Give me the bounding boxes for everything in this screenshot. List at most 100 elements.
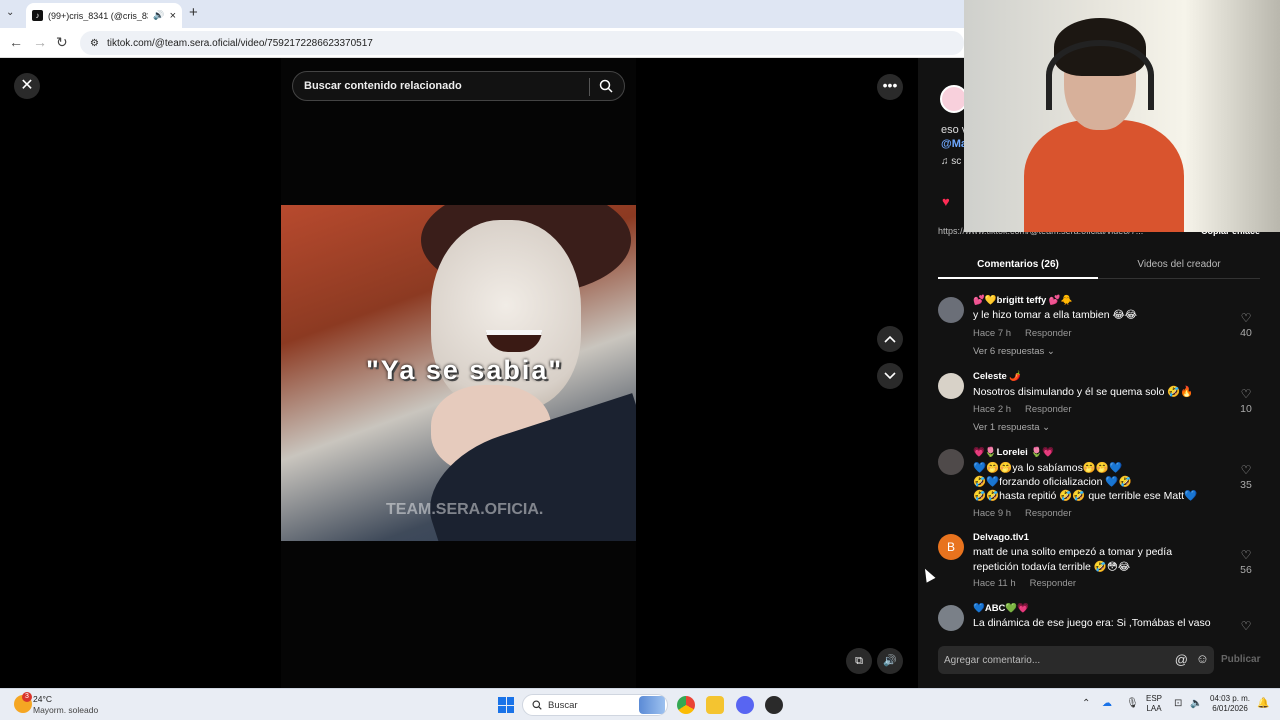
- comment-item: 💕💛brigitt teffy 💕🐥 y le hizo tomar a ell…: [918, 295, 1280, 365]
- clock-time: 04:03 p. m.: [1210, 694, 1251, 703]
- comment-text: 🤣🤣hasta repitió 🤣🤣 que terrible ese Matt…: [973, 490, 1198, 502]
- more-options-button[interactable]: •••: [877, 74, 903, 100]
- video-stage: ✕ Buscar contenido relacionado "Ya se sa…: [0, 58, 918, 688]
- tray-chevron-up-icon[interactable]: ⌃: [1082, 698, 1090, 709]
- weather-badge: 3: [22, 692, 32, 702]
- view-replies-button[interactable]: Ver 1 respuesta ⌄: [973, 422, 1050, 433]
- comment-like-count: 40: [1240, 327, 1252, 339]
- speaker-icon[interactable]: 🔊: [153, 10, 164, 21]
- network-icon[interactable]: ⊡: [1174, 698, 1182, 709]
- next-video-button[interactable]: [877, 363, 903, 389]
- start-windows-icon[interactable]: [498, 697, 514, 713]
- comment-time: Hace 7 h: [973, 328, 1012, 339]
- comment-reply-button[interactable]: Responder: [1025, 508, 1071, 519]
- search-placeholder: Buscar contenido relacionado: [304, 80, 462, 92]
- tab-list-chevron-icon[interactable]: ⌄: [6, 7, 14, 18]
- tiktok-favicon-icon: ♪: [32, 10, 43, 21]
- comment-item: B Delvago.tlv1 matt de una solito empezó…: [918, 532, 1280, 596]
- comment-avatar[interactable]: [938, 449, 964, 475]
- comment-like-count: 35: [1240, 479, 1252, 491]
- like-heart-icon[interactable]: ♥: [942, 194, 950, 209]
- forward-arrow-icon[interactable]: →: [33, 34, 47, 50]
- comment-reply-button[interactable]: Responder: [1030, 578, 1076, 589]
- url-text: tiktok.com/@team.sera.oficial/video/7592…: [106, 37, 373, 49]
- search-icon[interactable]: [599, 79, 613, 96]
- comment-username[interactable]: 💙ABC💚💗: [973, 603, 1029, 614]
- panel-tabs: Comentarios (26) Videos del creador: [938, 255, 1260, 279]
- headset-icon: [1046, 40, 1154, 110]
- input-language[interactable]: ESP LAA: [1146, 694, 1162, 714]
- notification-bell-icon[interactable]: 🔔: [1257, 698, 1269, 709]
- tab-creator-videos[interactable]: Videos del creador: [1098, 255, 1260, 279]
- comment-meta: Hace 2 h Responder: [973, 404, 1072, 415]
- site-info-icon[interactable]: ⚙: [90, 38, 99, 49]
- picture-in-picture-icon[interactable]: ⧉: [846, 648, 872, 674]
- obs-icon[interactable]: [765, 696, 783, 714]
- music-label[interactable]: ♫ sc: [941, 156, 961, 167]
- related-search-input[interactable]: Buscar contenido relacionado: [292, 71, 625, 101]
- comment-like-heart-icon[interactable]: ♡: [1236, 387, 1256, 401]
- onedrive-icon[interactable]: ☁: [1102, 698, 1112, 709]
- emoji-icon[interactable]: ☺: [1196, 651, 1209, 666]
- clock[interactable]: 04:03 p. m. 6/01/2026: [1210, 694, 1250, 714]
- reload-icon[interactable]: ↻: [56, 34, 68, 51]
- speaker-tray-icon[interactable]: 🔈: [1190, 698, 1202, 709]
- comment-reply-button[interactable]: Responder: [1025, 328, 1071, 339]
- language-code: ESP: [1146, 694, 1163, 703]
- view-replies-button[interactable]: Ver 6 respuestas ⌄: [973, 346, 1055, 357]
- tab-comments[interactable]: Comentarios (26): [938, 255, 1098, 279]
- file-explorer-icon[interactable]: [706, 696, 724, 714]
- comment-text: matt de una solito empezó a tomar y pedí…: [973, 546, 1173, 558]
- comment-text: y le hizo tomar a ella tambien 😂😂: [973, 309, 1138, 321]
- comment-like-heart-icon[interactable]: ♡: [1236, 463, 1256, 477]
- search-divider: [589, 78, 590, 96]
- comment-reply-button[interactable]: Responder: [1025, 404, 1071, 415]
- comment-like-heart-icon[interactable]: ♡: [1236, 548, 1256, 562]
- close-video-button[interactable]: ✕: [14, 73, 40, 99]
- back-arrow-icon[interactable]: ←: [9, 34, 23, 50]
- volume-icon[interactable]: 🔊: [877, 648, 903, 674]
- tab-close-icon[interactable]: ×: [170, 10, 176, 22]
- microphone-icon[interactable]: 🎙: [1126, 698, 1139, 709]
- comment-text: La dinámica de ese juego era: Si ,Tomába…: [973, 617, 1211, 629]
- comment-username[interactable]: 💕💛brigitt teffy 💕🐥: [973, 295, 1073, 306]
- comment-item: 💗🌷Lorelei 🌷💗 💙🤭🤭ya lo sabíamos🤭🤭💙 🤣💙forz…: [918, 447, 1280, 527]
- comment-avatar[interactable]: [938, 605, 964, 631]
- comment-time: Hace 9 h: [973, 508, 1012, 519]
- comment-list: 💕💛brigitt teffy 💕🐥 y le hizo tomar a ell…: [918, 290, 1280, 632]
- search-icon: [532, 700, 542, 710]
- video-watermark: TEAM.SERA.OFICIA.: [386, 501, 544, 518]
- tab-title: (99+)cris_8341 (@cris_834: [48, 10, 149, 21]
- publish-button[interactable]: Publicar: [1221, 654, 1260, 665]
- comment-item: Celeste 🌶️ Nosotros disimulando y él se …: [918, 371, 1280, 441]
- new-tab-button[interactable]: +: [189, 4, 198, 21]
- comment-placeholder: Agregar comentario...: [944, 654, 1041, 666]
- comment-username[interactable]: Celeste 🌶️: [973, 371, 1021, 382]
- comment-username[interactable]: Delvago.tlv1: [973, 532, 1029, 543]
- webcam-overlay: [964, 0, 1280, 232]
- comment-like-heart-icon[interactable]: ♡: [1236, 311, 1256, 325]
- mention-at-icon[interactable]: @: [1175, 652, 1188, 667]
- comment-like-heart-icon[interactable]: ♡: [1236, 619, 1256, 632]
- address-bar[interactable]: ⚙ tiktok.com/@team.sera.oficial/video/75…: [80, 31, 964, 55]
- search-highlight-icon[interactable]: [639, 696, 665, 714]
- clock-date: 6/01/2026: [1212, 704, 1248, 713]
- video-column: Buscar contenido relacionado "Ya se sabi…: [281, 58, 636, 688]
- comment-avatar[interactable]: [938, 373, 964, 399]
- comment-input[interactable]: Agregar comentario... @ ☺: [938, 646, 1214, 674]
- video-frame[interactable]: "Ya se sabia" TEAM.SERA.OFICIA.: [281, 205, 636, 541]
- comment-username[interactable]: 💗🌷Lorelei 🌷💗: [973, 447, 1054, 458]
- chrome-icon[interactable]: [677, 696, 695, 714]
- streamer-shirt: [1024, 120, 1184, 232]
- weather-description[interactable]: Mayorm. soleado: [33, 705, 98, 715]
- comment-meta: Hace 11 h Responder: [973, 578, 1076, 589]
- weather-temperature[interactable]: 24°C: [33, 694, 52, 704]
- browser-tab-tiktok[interactable]: ♪ (99+)cris_8341 (@cris_834 🔊 ×: [26, 3, 182, 28]
- taskbar-search-label: Buscar: [548, 699, 578, 711]
- previous-video-button[interactable]: [877, 326, 903, 352]
- comment-text: 💙🤭🤭ya lo sabíamos🤭🤭💙: [973, 462, 1123, 474]
- discord-icon[interactable]: [736, 696, 754, 714]
- video-caption-text: "Ya se sabia": [366, 355, 564, 385]
- comment-avatar[interactable]: [938, 297, 964, 323]
- comment-avatar[interactable]: B: [938, 534, 964, 560]
